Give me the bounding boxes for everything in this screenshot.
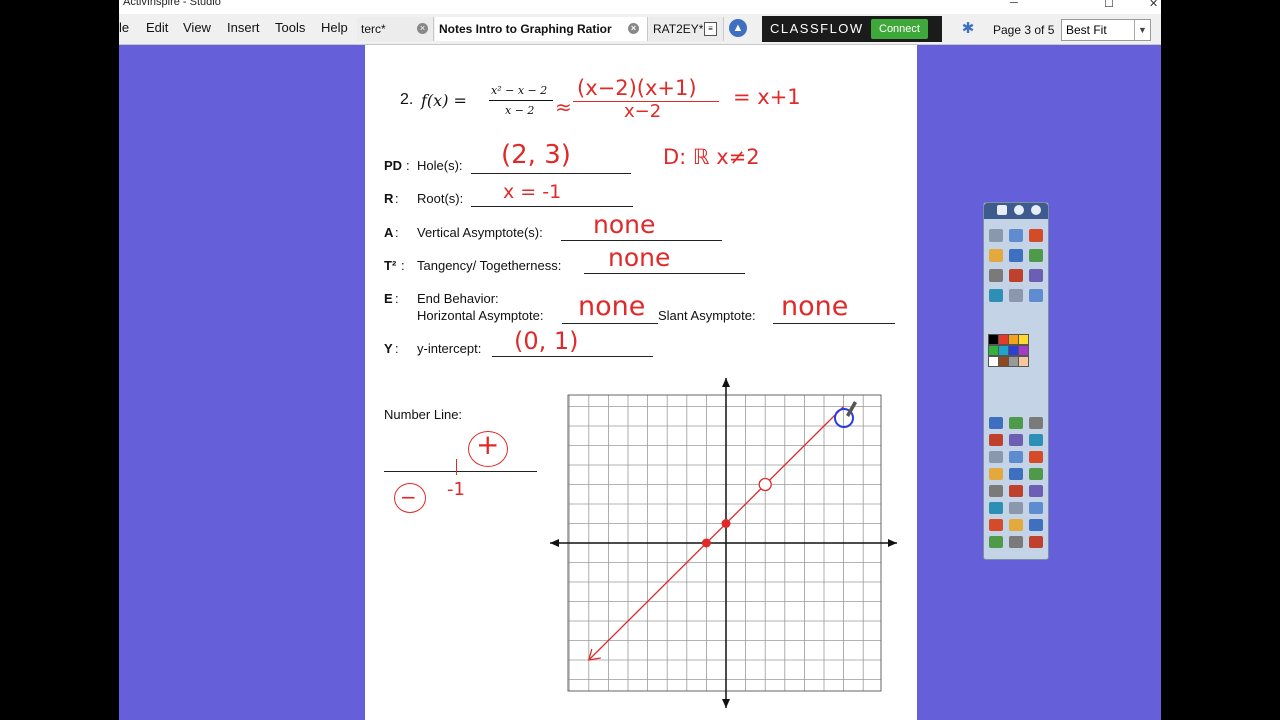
color-swatch[interactable]	[1018, 356, 1029, 367]
palette-titlebar[interactable]	[984, 203, 1048, 219]
highlighter-icon[interactable]	[1029, 289, 1043, 302]
delete-icon[interactable]	[1009, 269, 1023, 282]
coordinate-graph	[550, 378, 897, 708]
redo-icon[interactable]	[989, 289, 1003, 302]
select-icon[interactable]	[1009, 468, 1023, 480]
graph-point	[701, 538, 711, 548]
fill-icon[interactable]	[989, 249, 1003, 262]
menu-bar: le Edit View Insert Tools Help terc* × N…	[119, 14, 1161, 45]
shape-icon[interactable]	[1009, 417, 1023, 429]
menu-edit[interactable]: Edit	[146, 20, 168, 35]
minimize-button[interactable]: ─	[1010, 0, 1018, 9]
highlighter-icon[interactable]	[1009, 451, 1023, 463]
close-tab-icon[interactable]: ×	[628, 23, 639, 34]
palette-close-icon[interactable]	[1031, 205, 1041, 215]
document-icon[interactable]: ≡	[704, 22, 717, 36]
select-icon[interactable]	[989, 417, 1003, 429]
tab-label: RAT2EY*	[653, 22, 704, 36]
shape-icon[interactable]	[1029, 249, 1043, 262]
x-axis-arrow-left	[550, 539, 559, 547]
highlighter-icon[interactable]	[1009, 229, 1023, 242]
close-tab-icon[interactable]: ×	[417, 23, 428, 34]
menu-file[interactable]: le	[119, 20, 129, 35]
y-axis-arrow-down	[722, 699, 730, 708]
tab-notes-intro[interactable]: Notes Intro to Graphing Ratior ×	[435, 17, 648, 41]
plot-layer	[587, 406, 845, 661]
color-swatch[interactable]	[1018, 334, 1029, 345]
title-bar: ActivInspire - Studio ─ ☐ ✕	[119, 0, 1161, 14]
y-axis-arrow-up	[722, 378, 730, 387]
zoom-value: Best Fit	[1066, 23, 1107, 37]
fill-icon[interactable]	[1009, 519, 1023, 531]
activinspire-logo-icon[interactable]: ▲	[729, 19, 747, 37]
pen-tool-icon[interactable]	[1009, 502, 1023, 514]
highlighter-icon[interactable]	[1029, 502, 1043, 514]
undo-icon[interactable]	[1009, 434, 1023, 446]
graph-line	[588, 406, 845, 661]
pen-tool-icon[interactable]	[989, 229, 1003, 242]
classflow-bar: CLASSFLOW Connect	[762, 16, 942, 42]
activinspire-window: ActivInspire - Studio ─ ☐ ✕ le Edit View…	[119, 0, 1161, 720]
redo-icon[interactable]	[989, 502, 1003, 514]
select-icon[interactable]	[1029, 519, 1043, 531]
eraser-icon[interactable]	[1029, 229, 1043, 242]
tool-palette	[983, 202, 1049, 560]
tab-rat2ey[interactable]: RAT2EY* ≡	[649, 17, 724, 41]
menu-view[interactable]: View	[183, 20, 211, 35]
delete-icon[interactable]	[1009, 485, 1023, 497]
palette-pin-icon[interactable]	[1014, 205, 1024, 215]
palette-menu-icon[interactable]	[997, 205, 1007, 215]
text-tool-icon[interactable]	[1029, 417, 1043, 429]
undo-icon[interactable]	[1029, 269, 1043, 282]
pen-tool-icon[interactable]	[1009, 289, 1023, 302]
tab-label: Notes Intro to Graphing Ratior	[439, 22, 612, 36]
tab-label: terc*	[361, 22, 386, 36]
text-tool-icon[interactable]	[989, 485, 1003, 497]
delete-icon[interactable]	[1029, 536, 1043, 548]
chevron-down-icon[interactable]: ▼	[1134, 20, 1150, 40]
close-button[interactable]: ✕	[1149, 0, 1158, 10]
text-tool-icon[interactable]	[1009, 536, 1023, 548]
eraser-icon[interactable]	[1029, 451, 1043, 463]
classflow-connect-button[interactable]: Connect	[871, 19, 928, 39]
hole-point	[758, 477, 772, 492]
delete-icon[interactable]	[989, 434, 1003, 446]
select-icon[interactable]	[1009, 249, 1023, 262]
pen-tool-icon[interactable]	[989, 451, 1003, 463]
maximize-button[interactable]: ☐	[1104, 0, 1114, 10]
graph-point	[721, 519, 731, 528]
classflow-brand: CLASSFLOW	[770, 21, 864, 36]
fill-icon[interactable]	[989, 468, 1003, 480]
menu-insert[interactable]: Insert	[227, 20, 260, 35]
window-title: ActivInspire - Studio	[123, 0, 221, 8]
menu-tools[interactable]: Tools	[275, 20, 305, 35]
shape-icon[interactable]	[989, 536, 1003, 548]
menu-help[interactable]: Help	[321, 20, 348, 35]
tab-terc[interactable]: terc* ×	[357, 17, 434, 41]
page-indicator: Page 3 of 5	[993, 23, 1055, 37]
shape-icon[interactable]	[1029, 468, 1043, 480]
color-swatch[interactable]	[1018, 345, 1029, 356]
text-tool-icon[interactable]	[989, 269, 1003, 282]
redo-icon[interactable]	[1029, 434, 1043, 446]
page-browser-icon[interactable]: ✱	[959, 20, 977, 38]
zoom-select[interactable]: Best Fit ▼	[1061, 19, 1151, 41]
x-axis-arrow-right	[888, 539, 897, 547]
eraser-icon[interactable]	[989, 519, 1003, 531]
undo-icon[interactable]	[1029, 485, 1043, 497]
flipchart-page: 2. f(x) = x² − x − 2 x − 2 ≈ (x−2)(x+1) …	[365, 45, 917, 720]
